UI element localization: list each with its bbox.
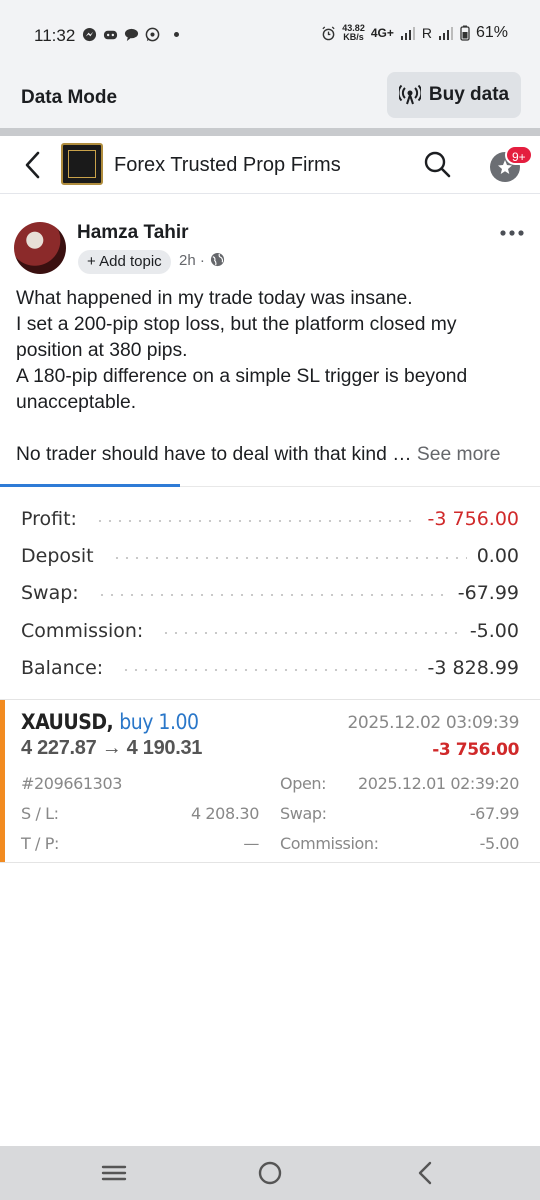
summary-value: -3 756.00	[427, 508, 519, 530]
recent-apps-icon[interactable]	[99, 1160, 129, 1186]
discord-icon	[103, 30, 118, 40]
post-line: What happened in my trade today was insa…	[16, 288, 413, 309]
status-bar: 11:32 43.82 KB/s 4G+ R 61%	[0, 0, 540, 72]
whatsapp-icon	[145, 27, 160, 42]
trade-direction: buy 1.00	[119, 710, 199, 734]
post-image[interactable]: Profit: -3 756.00 Deposit 0.00 Swap: -67…	[0, 484, 540, 868]
trade-symbol: XAUUSD, buy 1.00	[21, 710, 199, 734]
chat-icon	[124, 28, 139, 42]
summary-value: -5.00	[469, 620, 519, 642]
search-icon[interactable]	[423, 150, 451, 178]
summary-row-balance: Balance: -3 828.99	[21, 653, 519, 683]
summary-row-commission: Commission: -5.00	[21, 616, 519, 646]
trade-bottom-line	[0, 862, 540, 863]
signal-icon	[400, 27, 415, 40]
open-time: 2025.12.01 02:39:20	[358, 774, 519, 793]
truncated-text: No trader should have to deal with that …	[16, 444, 412, 465]
dotted-leader	[94, 520, 418, 522]
home-icon[interactable]	[255, 1160, 285, 1186]
summary-value: -67.99	[457, 582, 519, 604]
swap-label: Swap:	[280, 804, 327, 823]
notification-badge: 9+	[505, 145, 533, 165]
more-notifications-dot	[174, 32, 179, 37]
trade-prices: 4 227.87 → 4 190.31	[21, 737, 203, 759]
globe-icon	[210, 252, 225, 267]
dotted-leader	[121, 669, 418, 671]
summary-row-profit: Profit: -3 756.00	[21, 504, 519, 534]
summary-label: Profit:	[21, 508, 77, 530]
buy-data-label: Buy data	[428, 84, 510, 105]
back-arrow-icon[interactable]	[20, 150, 46, 180]
author-avatar[interactable]	[14, 222, 66, 274]
status-time: 11:32	[34, 26, 76, 45]
messenger-icon	[82, 27, 97, 42]
dotted-leader	[161, 632, 460, 634]
data-mode-title: Data Mode	[21, 87, 118, 108]
alarm-icon	[322, 25, 335, 40]
buy-data-button[interactable]: Buy data	[387, 72, 521, 118]
back-icon[interactable]	[411, 1160, 441, 1186]
summary-row-swap: Swap: -67.99	[21, 578, 519, 608]
commission-value: -5.00	[479, 834, 520, 853]
post-body: What happened in my trade today was insa…	[16, 286, 526, 468]
tp-label: T / P:	[21, 834, 59, 853]
commission-label: Commission:	[280, 834, 379, 853]
summary-label: Swap:	[21, 582, 79, 604]
system-navigation-bar	[0, 1146, 540, 1200]
post-time[interactable]: 2h ·	[179, 252, 205, 269]
summary-value: -3 828.99	[427, 657, 519, 679]
post-header: Hamza Tahir + Add topic 2h ·	[0, 206, 540, 286]
summary-label: Balance:	[21, 657, 104, 679]
notification-icons	[82, 27, 179, 42]
net-speed: 43.82 KB/s	[342, 24, 365, 42]
summary-value: 0.00	[476, 545, 519, 567]
signal-icon-sim2	[438, 27, 453, 40]
group-name[interactable]: Forex Trusted Prop Firms	[114, 154, 341, 177]
post-truncated-line: No trader should have to deal with that …	[16, 442, 526, 468]
trade-marker	[0, 700, 5, 862]
more-options-icon[interactable]	[499, 228, 525, 238]
tp-value: —	[243, 834, 259, 853]
data-mode-banner: Data Mode Buy data	[0, 72, 540, 130]
summary-row-deposit: Deposit 0.00	[21, 541, 519, 571]
broadcast-icon	[398, 84, 421, 105]
group-logo-frame	[68, 150, 96, 178]
symbol-name: XAUUSD,	[21, 710, 114, 734]
trade-ticket: #209661303	[21, 774, 123, 793]
network-type: 4G+	[370, 26, 394, 40]
plus-icon: +	[87, 253, 100, 270]
post-line: A 180-pip difference on a simple SL trig…	[16, 366, 468, 413]
see-more-link[interactable]: See more	[417, 444, 501, 465]
dotted-leader	[96, 594, 448, 596]
battery-percent: 61%	[475, 24, 508, 41]
group-logo[interactable]	[61, 143, 103, 185]
author-name[interactable]: Hamza Tahir	[77, 222, 189, 244]
summary-label: Deposit	[21, 545, 94, 567]
trade-entry: XAUUSD, buy 1.00 4 227.87 → 4 190.31 202…	[0, 700, 540, 864]
status-right: 43.82 KB/s 4G+ R 61%	[321, 24, 508, 42]
active-tab-indicator	[0, 484, 180, 487]
summary-label: Commission:	[21, 620, 144, 642]
trade-profit: -3 756.00	[432, 740, 519, 760]
sl-value: 4 208.30	[190, 804, 259, 823]
sl-label: S / L:	[21, 804, 59, 823]
battery-icon	[460, 25, 470, 41]
swap-value: -67.99	[469, 804, 520, 823]
open-label: Open:	[280, 774, 327, 793]
roaming-indicator: R	[421, 25, 432, 41]
divider	[0, 128, 540, 136]
add-topic-label: Add topic	[99, 253, 162, 270]
dotted-leader	[111, 557, 467, 559]
add-topic-button[interactable]: + Add topic	[78, 250, 171, 274]
group-header: Forex Trusted Prop Firms	[0, 136, 540, 194]
net-speed-unit: KB/s	[343, 32, 364, 42]
post-line: I set a 200-pip stop loss, but the platf…	[16, 314, 457, 361]
trade-close-time: 2025.12.02 03:09:39	[347, 713, 520, 733]
